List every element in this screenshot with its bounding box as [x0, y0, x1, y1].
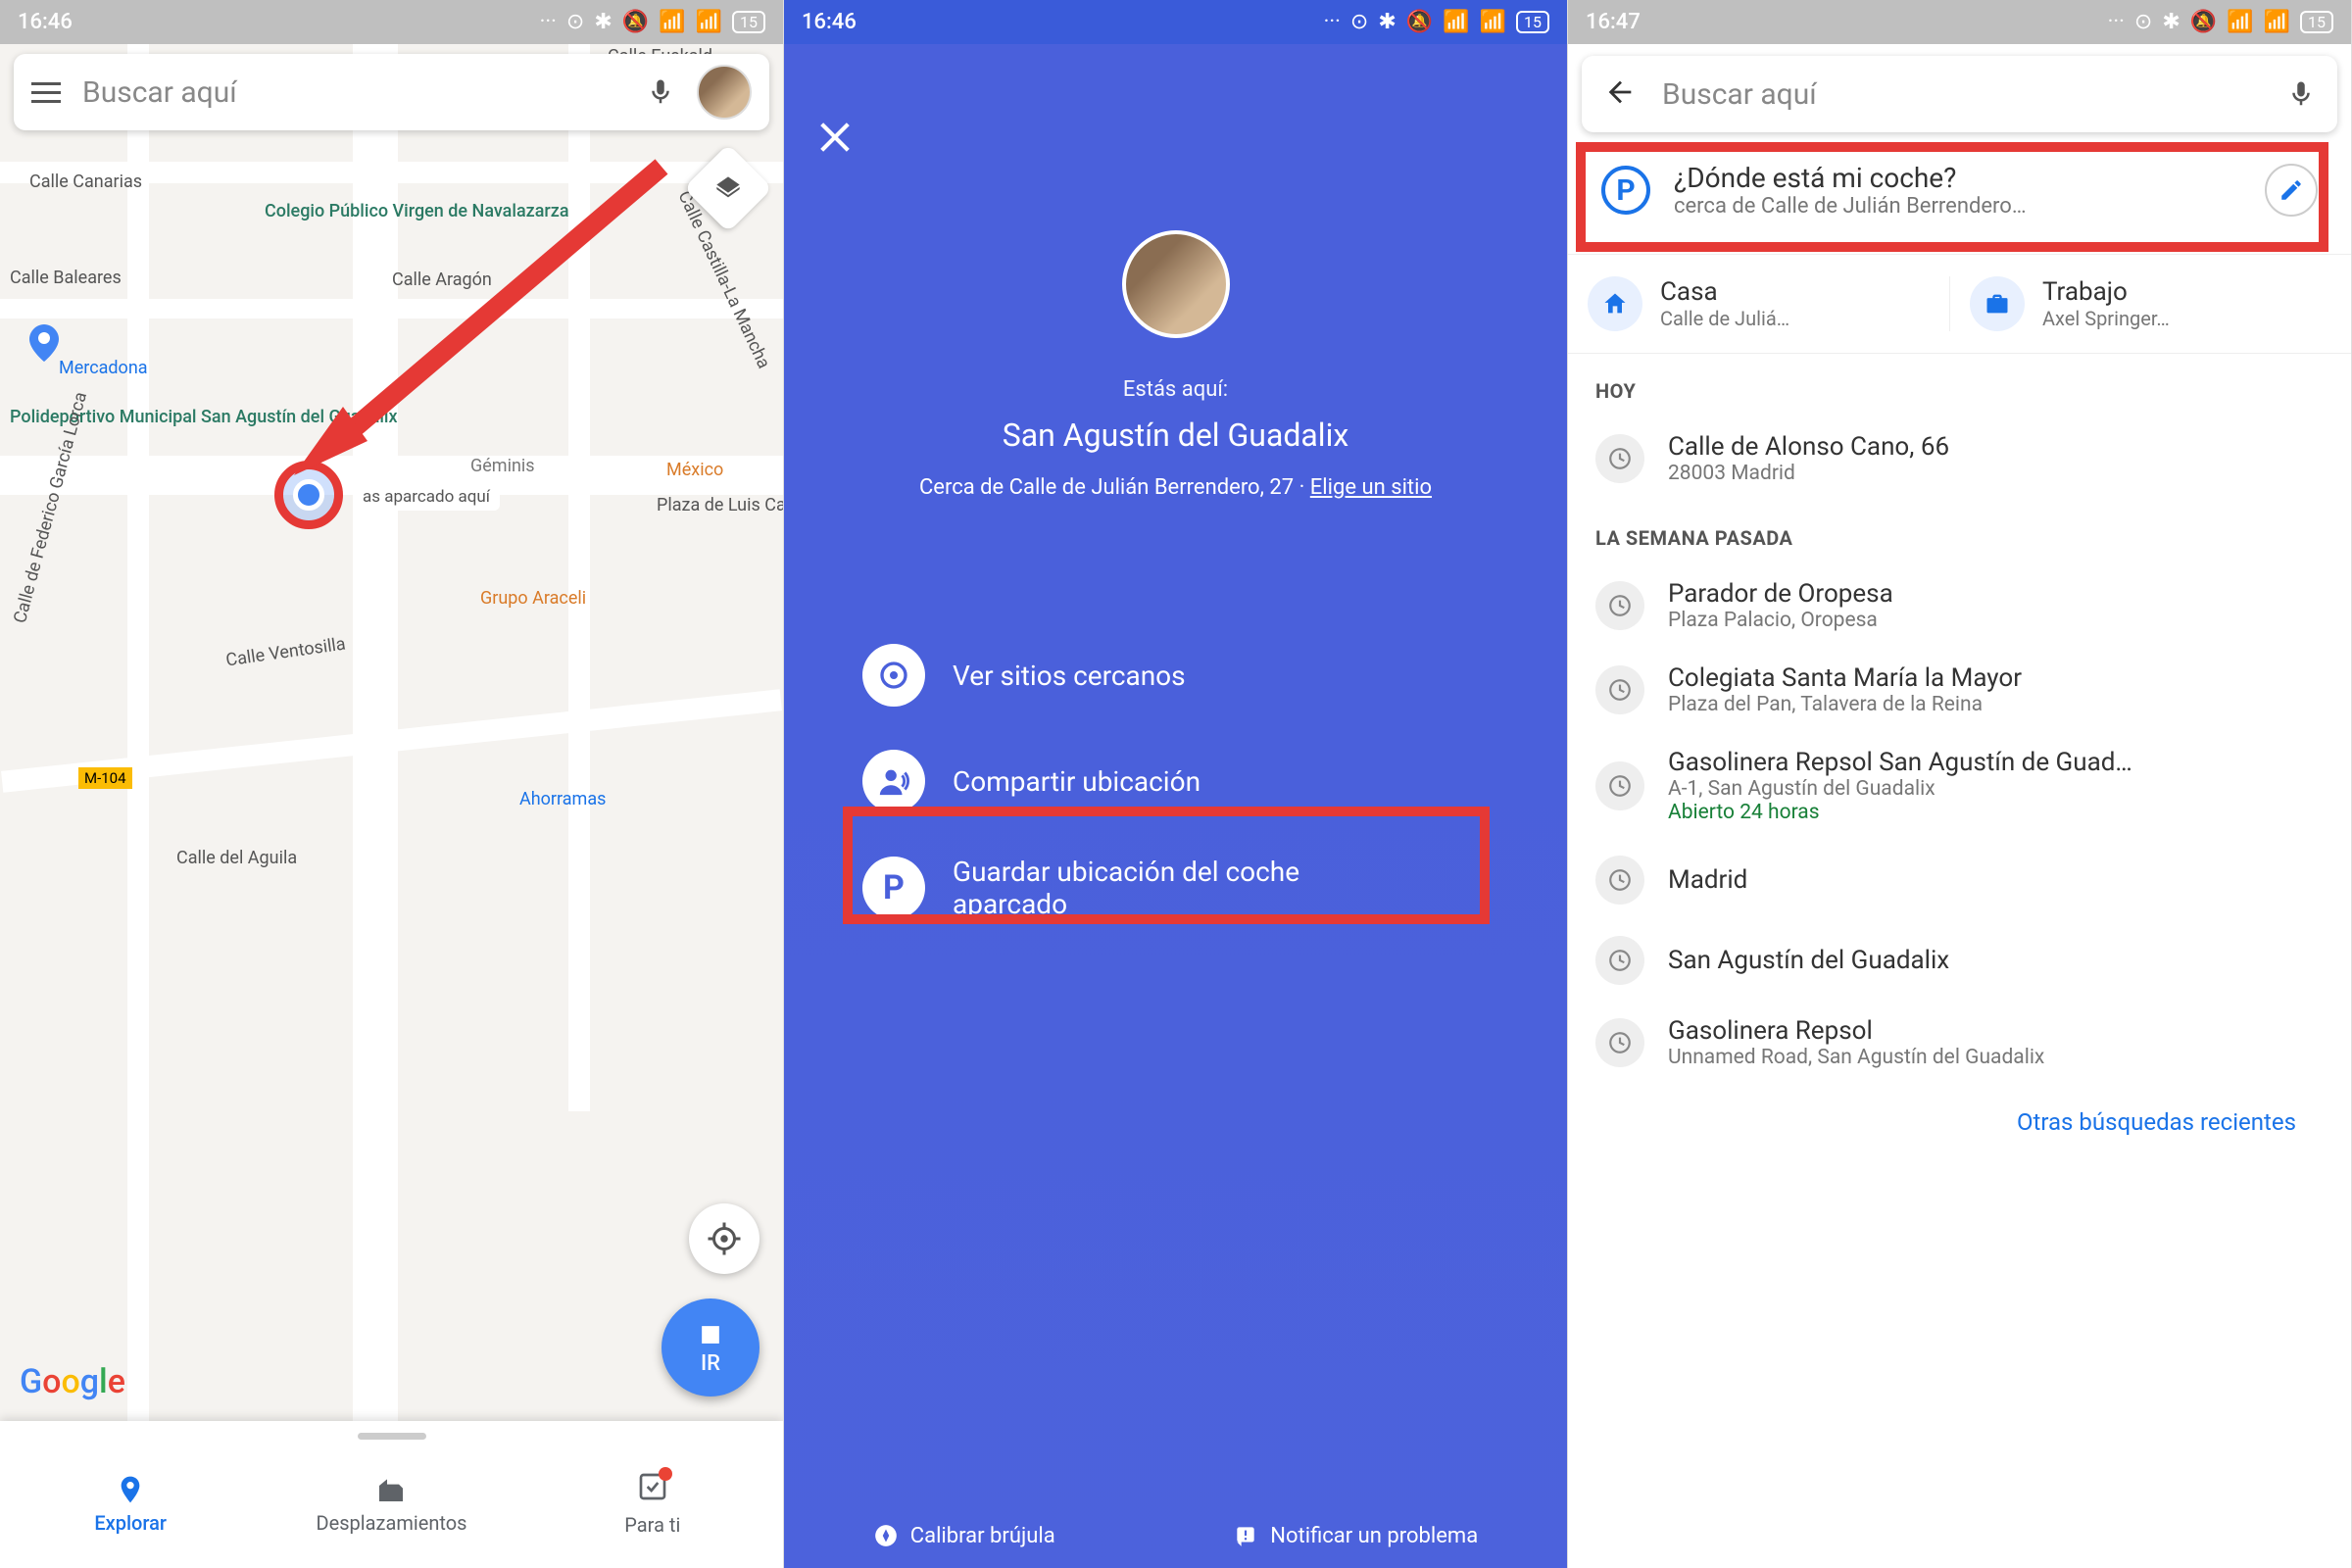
tab-foryou[interactable]: Para ti	[522, 1440, 783, 1568]
map-poi: Mercadona	[59, 358, 148, 378]
menu-icon[interactable]	[31, 82, 61, 103]
status-time: 16:47	[1586, 10, 1641, 34]
option-nearby[interactable]: Ver sitios cercanos	[784, 622, 1567, 728]
status-time: 16:46	[802, 10, 857, 34]
shortcut-home[interactable]: CasaCalle de Juliá…	[1588, 276, 1950, 331]
map-poi: Ahorramas	[519, 789, 606, 809]
parking-icon: P	[1601, 166, 1650, 215]
clock-icon	[1595, 665, 1644, 714]
status-bar: 16:47 ···⊙✱🔕📶📶 15	[1568, 0, 2351, 44]
parking-location-row[interactable]: P ¿Dónde está mi coche? cerca de Calle d…	[1582, 144, 2337, 236]
status-bar: 16:46 ···⊙✱🔕📶📶 15	[0, 0, 783, 44]
history-item[interactable]: Madrid	[1568, 840, 2351, 920]
google-logo: Google	[20, 1362, 125, 1401]
sheet-handle-icon[interactable]	[358, 1433, 426, 1440]
mic-icon[interactable]	[2286, 79, 2316, 109]
map-road-badge: M-104	[78, 767, 132, 789]
my-location-button[interactable]	[689, 1203, 760, 1274]
screen-search-history: 16:47 ···⊙✱🔕📶📶 15 Buscar aquí P ¿Dónde e…	[1568, 0, 2352, 1568]
avatar	[1122, 230, 1230, 338]
map-label: Calle Canarias	[29, 172, 142, 192]
map-label: Calle del Aguila	[176, 848, 297, 868]
search-input[interactable]: Buscar aquí	[82, 75, 624, 110]
share-icon	[862, 750, 925, 812]
map-label: Calle Ventosilla	[224, 634, 347, 671]
status-icons: ···⊙✱🔕📶📶 15	[1324, 10, 1549, 34]
back-icon[interactable]	[1603, 75, 1637, 113]
more-searches-link[interactable]: Otras búsquedas recientes	[1568, 1085, 2351, 1159]
status-icons: ···⊙✱🔕📶📶 15	[2108, 10, 2333, 34]
history-item[interactable]: Colegiata Santa María la MayorPlaza del …	[1568, 648, 2351, 732]
status-icons: ···⊙✱🔕📶📶 15	[540, 10, 765, 34]
battery-icon: 15	[2300, 11, 2333, 33]
history-item[interactable]: Calle de Alonso Cano, 6628003 Madrid	[1568, 416, 2351, 501]
search-input[interactable]: Buscar aquí	[1662, 77, 2261, 112]
search-bar[interactable]: Buscar aquí	[14, 54, 769, 130]
annotation-arrow	[274, 152, 676, 485]
clock-icon	[1595, 856, 1644, 905]
search-bar[interactable]: Buscar aquí	[1582, 56, 2337, 132]
battery-icon: 15	[732, 11, 765, 33]
search-body: Buscar aquí P ¿Dónde está mi coche? cerc…	[1568, 44, 2351, 1568]
history-item[interactable]: Gasolinera Repsol San Agustín de Guad…A-…	[1568, 732, 2351, 840]
edit-button[interactable]	[2265, 164, 2318, 217]
map-poi: Grupo Araceli	[480, 588, 586, 609]
clock-icon	[1595, 936, 1644, 985]
notification-dot-icon	[659, 1467, 672, 1481]
close-icon[interactable]	[815, 118, 855, 157]
screen-map: 16:46 ···⊙✱🔕📶📶 15 Calle Euskald... Calle…	[0, 0, 784, 1568]
here-label: Estás aquí:	[784, 377, 1567, 402]
history-item[interactable]: Parador de OropesaPlaza Palacio, Oropesa	[1568, 564, 2351, 648]
avatar[interactable]	[697, 65, 752, 120]
map-label: Plaza de Luis Carre...	[657, 495, 784, 515]
bottom-sheet[interactable]: Explorar Desplazamientos Para ti	[0, 1421, 783, 1568]
location-name: San Agustín del Guadalix	[784, 416, 1567, 454]
history-item[interactable]: Gasolinera RepsolUnnamed Road, San Agust…	[1568, 1001, 2351, 1085]
history-item[interactable]: San Agustín del Guadalix	[1568, 920, 2351, 1001]
parking-sub: cerca de Calle de Julián Berrendero…	[1674, 194, 2241, 219]
report-problem-button[interactable]: Notificar un problema	[1233, 1523, 1478, 1548]
calibrate-compass-button[interactable]: Calibrar brújula	[873, 1523, 1055, 1548]
clock-icon	[1595, 434, 1644, 483]
tab-explore[interactable]: Explorar	[0, 1440, 261, 1568]
clock-icon	[1595, 761, 1644, 810]
parked-hint: as aparcado aquí	[353, 483, 500, 511]
annotation-highlight	[843, 807, 1490, 924]
section-lastweek: LA SEMANA PASADA	[1568, 501, 2351, 564]
status-bar: 16:46 ···⊙✱🔕📶📶 15	[784, 0, 1567, 44]
clock-icon	[1595, 1018, 1644, 1067]
battery-icon: 15	[1516, 11, 1549, 33]
tab-commute[interactable]: Desplazamientos	[261, 1440, 521, 1568]
shortcut-work[interactable]: TrabajoAxel Springer…	[1970, 276, 2331, 331]
parking-title: ¿Dónde está mi coche?	[1674, 162, 2241, 194]
section-today: HOY	[1568, 354, 2351, 416]
status-time: 16:46	[18, 10, 73, 34]
work-icon	[1970, 276, 2025, 331]
map-label: Calle Baleares	[10, 268, 122, 288]
choose-place-link[interactable]: Elige un sitio	[1310, 475, 1432, 500]
go-label: IR	[701, 1351, 720, 1376]
home-icon	[1588, 276, 1642, 331]
directions-button[interactable]: IR	[662, 1298, 760, 1396]
mic-icon[interactable]	[646, 77, 675, 107]
location-panel: Estás aquí: San Agustín del Guadalix Cer…	[784, 44, 1567, 1568]
pin-icon	[862, 644, 925, 707]
clock-icon	[1595, 581, 1644, 630]
screen-location-sheet: 16:46 ···⊙✱🔕📶📶 15 Estás aquí: San Agustí…	[784, 0, 1568, 1568]
near-address: Cerca de Calle de Julián Berrendero, 27 …	[784, 475, 1567, 500]
